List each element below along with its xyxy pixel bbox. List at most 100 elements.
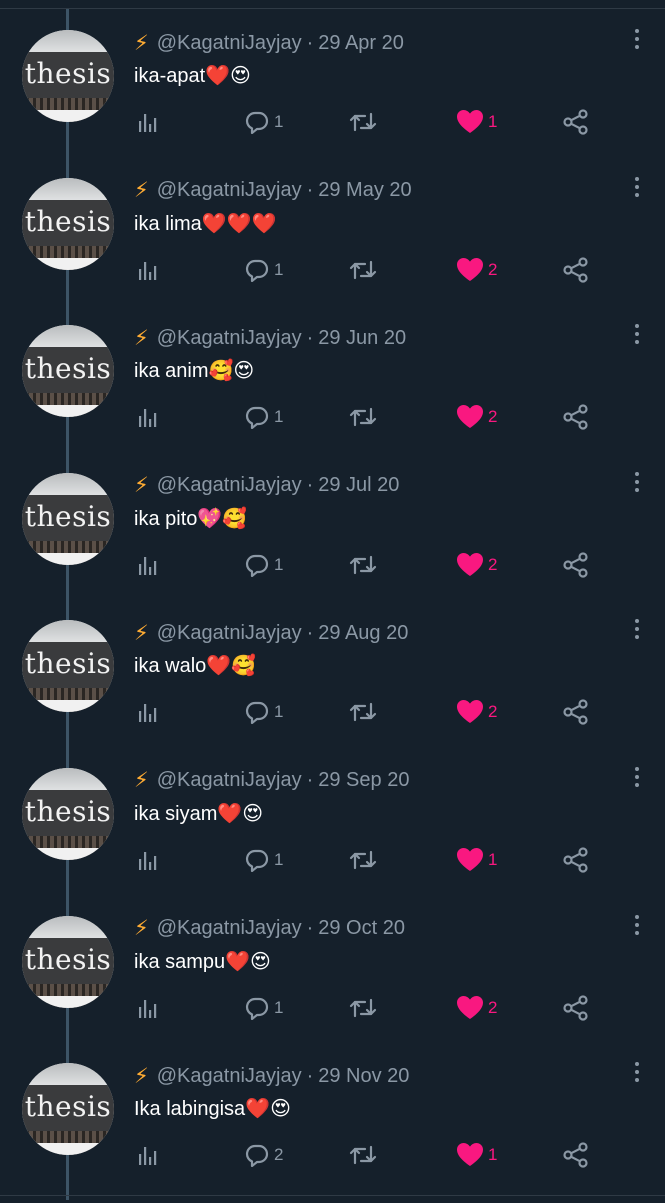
share-button[interactable] bbox=[562, 846, 590, 874]
retweet-button[interactable] bbox=[347, 403, 379, 431]
tweet-date[interactable]: 29 Apr 20 bbox=[318, 32, 404, 55]
user-handle[interactable]: @KagatniJayjay bbox=[157, 1065, 302, 1088]
reply-button[interactable]: 2 bbox=[244, 1141, 283, 1169]
retweet-icon bbox=[349, 703, 377, 722]
reply-icon bbox=[245, 702, 269, 725]
tweet[interactable]: thesis ⚡ @KagatniJayjay · 29 Sep 20 ika … bbox=[0, 760, 665, 908]
views-button[interactable] bbox=[137, 256, 159, 284]
tweet[interactable]: thesis ⚡ @KagatniJayjay · 29 Apr 20 ika-… bbox=[0, 22, 665, 170]
tweet-emojis: 💖🥰 bbox=[197, 505, 248, 530]
user-handle[interactable]: @KagatniJayjay bbox=[157, 769, 302, 792]
share-button[interactable] bbox=[562, 1141, 590, 1169]
like-button[interactable]: 1 bbox=[456, 108, 497, 136]
like-button[interactable]: 2 bbox=[456, 698, 497, 726]
reply-button[interactable]: 1 bbox=[244, 256, 283, 284]
like-button[interactable]: 2 bbox=[456, 994, 497, 1022]
views-button[interactable] bbox=[137, 698, 159, 726]
reply-icon bbox=[245, 407, 269, 430]
reply-icon bbox=[245, 997, 269, 1020]
separator: · bbox=[306, 917, 314, 940]
retweet-icon bbox=[349, 555, 377, 574]
like-button[interactable]: 1 bbox=[456, 846, 497, 874]
retweet-button[interactable] bbox=[347, 994, 379, 1022]
user-handle[interactable]: @KagatniJayjay bbox=[157, 917, 302, 940]
tweet[interactable]: thesis ⚡ @KagatniJayjay · 29 Jul 20 ika … bbox=[0, 465, 665, 613]
bolt-icon: ⚡ bbox=[134, 326, 149, 350]
heart-icon bbox=[457, 995, 483, 1019]
views-button[interactable] bbox=[137, 551, 159, 579]
share-button[interactable] bbox=[562, 256, 590, 284]
user-handle[interactable]: @KagatniJayjay bbox=[157, 179, 302, 202]
tweet-date[interactable]: 29 Jun 20 bbox=[318, 327, 406, 350]
reply-button[interactable]: 1 bbox=[244, 108, 283, 136]
heart-icon bbox=[457, 257, 483, 281]
like-count: 1 bbox=[488, 1145, 498, 1165]
reply-button[interactable]: 1 bbox=[244, 846, 283, 874]
share-button[interactable] bbox=[562, 551, 590, 579]
bar-chart-icon bbox=[139, 704, 157, 723]
like-button[interactable]: 1 bbox=[456, 1141, 497, 1169]
user-handle[interactable]: @KagatniJayjay bbox=[157, 327, 302, 350]
retweet-button[interactable] bbox=[347, 846, 379, 874]
more-icon[interactable] bbox=[633, 324, 641, 348]
retweet-button[interactable] bbox=[347, 551, 379, 579]
tweet-date[interactable]: 29 Jul 20 bbox=[318, 474, 399, 497]
tweet-date[interactable]: 29 Oct 20 bbox=[318, 917, 405, 940]
tweet-date[interactable]: 29 May 20 bbox=[318, 179, 411, 202]
tweet-emojis: ❤️❤️❤️ bbox=[201, 210, 277, 235]
share-button[interactable] bbox=[562, 698, 590, 726]
share-button[interactable] bbox=[562, 108, 590, 136]
tweet-date[interactable]: 29 Aug 20 bbox=[318, 622, 408, 645]
tweet[interactable]: thesis ⚡ @KagatniJayjay · 29 May 20 ika … bbox=[0, 170, 665, 318]
share-icon bbox=[563, 256, 588, 283]
reply-button[interactable]: 1 bbox=[244, 698, 283, 726]
heart-icon bbox=[457, 110, 483, 133]
bolt-icon: ⚡ bbox=[134, 31, 149, 55]
tweet-actions: 1 2 bbox=[0, 994, 665, 1022]
tweet-header: ⚡ @KagatniJayjay · 29 Oct 20 bbox=[134, 917, 405, 941]
tweet-text-content: ika-apat bbox=[134, 65, 206, 87]
more-icon[interactable] bbox=[633, 471, 641, 496]
views-button[interactable] bbox=[137, 403, 159, 431]
reply-button[interactable]: 1 bbox=[244, 994, 283, 1022]
reply-button[interactable]: 1 bbox=[244, 403, 283, 431]
share-button[interactable] bbox=[562, 994, 590, 1022]
reply-button[interactable]: 1 bbox=[244, 551, 283, 579]
views-button[interactable] bbox=[137, 846, 159, 874]
more-icon[interactable] bbox=[633, 1062, 641, 1086]
views-button[interactable] bbox=[137, 1141, 159, 1169]
tweet[interactable]: thesis ⚡ @KagatniJayjay · 29 Aug 20 ika … bbox=[0, 612, 665, 760]
retweet-icon bbox=[349, 1146, 377, 1165]
more-icon[interactable] bbox=[633, 619, 641, 643]
tweet-text: ika sampu❤️😍 bbox=[134, 948, 271, 975]
separator: · bbox=[306, 179, 314, 202]
more-icon[interactable] bbox=[633, 766, 641, 791]
bar-chart-icon bbox=[139, 409, 157, 428]
retweet-button[interactable] bbox=[347, 698, 379, 726]
tweet-actions: 1 2 bbox=[0, 698, 665, 726]
like-button[interactable]: 2 bbox=[456, 403, 497, 431]
user-handle[interactable]: @KagatniJayjay bbox=[157, 32, 302, 55]
like-button[interactable]: 2 bbox=[456, 256, 497, 284]
views-button[interactable] bbox=[137, 108, 159, 136]
more-icon[interactable] bbox=[633, 914, 641, 939]
views-button[interactable] bbox=[137, 994, 159, 1022]
tweet-date[interactable]: 29 Nov 20 bbox=[318, 1065, 409, 1088]
tweet-date[interactable]: 29 Sep 20 bbox=[318, 769, 409, 792]
like-button[interactable]: 2 bbox=[456, 551, 497, 579]
more-icon[interactable] bbox=[633, 176, 641, 201]
separator: · bbox=[306, 474, 314, 497]
tweet[interactable]: thesis ⚡ @KagatniJayjay · 29 Oct 20 ika … bbox=[0, 908, 665, 1056]
bolt-icon: ⚡ bbox=[134, 1064, 149, 1088]
user-handle[interactable]: @KagatniJayjay bbox=[157, 474, 302, 497]
retweet-button[interactable] bbox=[347, 256, 379, 284]
more-icon[interactable] bbox=[633, 29, 641, 53]
user-handle[interactable]: @KagatniJayjay bbox=[157, 622, 302, 645]
share-button[interactable] bbox=[562, 403, 590, 431]
retweet-button[interactable] bbox=[347, 1141, 379, 1169]
tweet[interactable]: thesis ⚡ @KagatniJayjay · 29 Jun 20 ika … bbox=[0, 317, 665, 465]
retweet-button[interactable] bbox=[347, 108, 379, 136]
tweet[interactable]: thesis ⚡ @KagatniJayjay · 29 Nov 20 Ika … bbox=[0, 1055, 665, 1203]
reply-icon bbox=[245, 1145, 269, 1168]
share-icon bbox=[563, 699, 588, 725]
